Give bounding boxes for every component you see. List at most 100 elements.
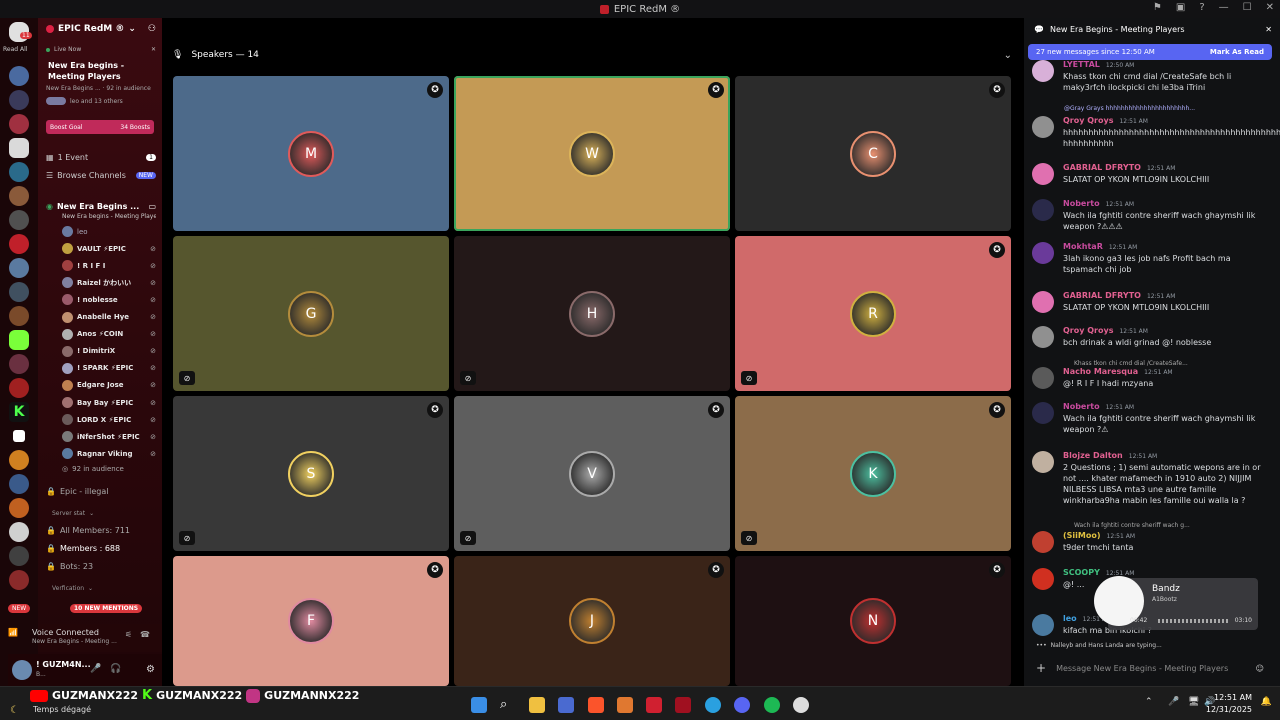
speaker-tile[interactable]: K ✪ ⊘: [735, 396, 1011, 551]
discord-icon[interactable]: [734, 697, 750, 713]
add-member-icon[interactable]: ⚇: [148, 24, 156, 34]
stage-member[interactable]: Anos ⚡COIN ⊘: [62, 328, 156, 340]
mark-as-read-button[interactable]: Mark As Read: [1210, 48, 1264, 56]
track-waveform[interactable]: [1158, 619, 1228, 623]
chat-message[interactable]: Qroy Qroys 12:51 AM bch drinak a wldi grin…: [1032, 326, 1270, 356]
stage-speaker-icon[interactable]: ✪: [427, 82, 443, 98]
avatar[interactable]: [1032, 402, 1054, 424]
search-icon[interactable]: ⌕: [500, 697, 516, 713]
author-name[interactable]: Noberto: [1063, 402, 1100, 411]
avatar[interactable]: [1032, 531, 1054, 553]
speaker-tile[interactable]: S ✪ ⊘: [173, 396, 449, 551]
network-icon[interactable]: 🖥: [1188, 697, 1199, 707]
stage-member[interactable]: ! noblesse ⊘: [62, 294, 156, 306]
author-name[interactable]: Noberto: [1063, 199, 1100, 208]
audience-count[interactable]: ◎ 92 in audience: [62, 465, 156, 473]
server-icon[interactable]: [13, 430, 25, 442]
music-player[interactable]: Bandz A1Bootz 00:42 03:10: [1094, 576, 1258, 630]
author-name[interactable]: GABRIAL DFRYTO: [1063, 163, 1141, 172]
telegram-icon[interactable]: [705, 697, 721, 713]
tray-chevron-icon[interactable]: ⌃: [1145, 697, 1153, 707]
app-icon[interactable]: [646, 697, 662, 713]
mic-tray-icon[interactable]: 🎤: [1168, 697, 1179, 707]
avatar[interactable]: [1032, 568, 1054, 590]
category-verification[interactable]: Verfication ⌄: [52, 585, 156, 592]
weather-text[interactable]: Temps dégagé: [33, 705, 91, 714]
maximize-button[interactable]: ☐: [1243, 2, 1252, 13]
stage-member[interactable]: Ragnar Viking ⊘: [62, 448, 156, 460]
stage-speaker-icon[interactable]: ✪: [989, 82, 1005, 98]
stage-member[interactable]: Raizel かわいい ⊘: [62, 277, 156, 289]
server-icon[interactable]: [9, 450, 29, 470]
stage-speaker-icon[interactable]: ✪: [708, 402, 724, 418]
server-icon[interactable]: [9, 498, 29, 518]
channel-bots[interactable]: 🔒 Bots: 23: [46, 562, 156, 571]
avatar[interactable]: [1032, 242, 1054, 264]
store-icon[interactable]: [558, 697, 574, 713]
speaker-tile[interactable]: G ⊘: [173, 236, 449, 391]
speaker-tile[interactable]: M ✪: [173, 76, 449, 231]
server-icon[interactable]: [9, 258, 29, 278]
stage-channel[interactable]: ◉ New Era Begins ... ▭: [46, 202, 156, 211]
author-name[interactable]: Blojze Dalton: [1063, 451, 1123, 460]
events-item[interactable]: ▦ 1 Event 1: [46, 153, 156, 162]
file-explorer-icon[interactable]: [529, 697, 545, 713]
server-icon[interactable]: [9, 354, 29, 374]
stage-member[interactable]: Anabelle Hye ⊘: [62, 311, 156, 323]
server-icon[interactable]: [9, 378, 29, 398]
stage-member[interactable]: ! R I F I ⊘: [62, 260, 156, 272]
chat-message[interactable]: Blojze Dalton 12:51 AM 2 Questions ; 1) se…: [1032, 451, 1270, 513]
clock-time[interactable]: 12:51 AM: [1214, 693, 1252, 702]
speaker-tile[interactable]: V ✪ ⊘: [454, 396, 730, 551]
speaker-tile[interactable]: W ✪: [454, 76, 730, 231]
server-icon[interactable]: [9, 282, 29, 302]
screen-icon[interactable]: ▣: [1176, 2, 1185, 13]
brave-icon[interactable]: [588, 697, 604, 713]
close-button[interactable]: ✕: [1266, 2, 1274, 13]
stage-member[interactable]: ! DimitriX ⊘: [62, 345, 156, 357]
avatar[interactable]: [1032, 60, 1054, 82]
server-icon[interactable]: [9, 522, 29, 542]
server-icon[interactable]: [9, 66, 29, 86]
speaker-tile[interactable]: J ✪: [454, 556, 730, 686]
chat-message[interactable]: Noberto 12:51 AM Wach ila fghtiti contre s…: [1032, 402, 1270, 436]
channel-members[interactable]: 🔒 Members : 688: [46, 544, 156, 553]
stage-member[interactable]: Edgare Jose ⊘: [62, 379, 156, 391]
avatar[interactable]: [1032, 614, 1054, 636]
settings-gear-icon[interactable]: ⚙: [146, 664, 155, 675]
stage-speaker-icon[interactable]: ✪: [427, 562, 443, 578]
stage-member[interactable]: VAULT ⚡EPIC ⊘: [62, 243, 156, 255]
channel-epic-illegal[interactable]: 🔒 Epic - illegal: [46, 487, 156, 496]
server-icon[interactable]: [9, 330, 29, 350]
avatar[interactable]: [1032, 367, 1054, 389]
server-icon[interactable]: [9, 186, 29, 206]
server-icon[interactable]: [9, 114, 29, 134]
stage-speaker-icon[interactable]: ✪: [427, 402, 443, 418]
server-icon[interactable]: K: [9, 402, 29, 422]
avatar[interactable]: [1032, 326, 1054, 348]
chat-icon[interactable]: ▭: [148, 202, 156, 211]
avatar[interactable]: [1032, 451, 1054, 473]
chat-message[interactable]: Qroy Qroys 12:51 AM hhhhhhhhhhhhhhhhhhhhhh…: [1032, 116, 1280, 150]
server-icon[interactable]: [9, 210, 29, 230]
avatar[interactable]: [1032, 116, 1054, 138]
clock-date[interactable]: 12/31/2025: [1206, 705, 1252, 714]
boost-goal-bar[interactable]: Boost Goal 34 Boosts: [46, 120, 154, 134]
help-icon[interactable]: ?: [1199, 2, 1204, 13]
chat-message[interactable]: Noberto 12:51 AM Wach ila fghtiti contre s…: [1032, 199, 1270, 233]
stage-speaker-icon[interactable]: ✪: [989, 562, 1005, 578]
author-name[interactable]: Qroy Qroys: [1063, 116, 1113, 125]
weather-icon[interactable]: ☾: [10, 705, 19, 716]
stage-speaker-icon[interactable]: ✪: [989, 242, 1005, 258]
close-icon[interactable]: ✕: [1265, 25, 1272, 34]
chat-message[interactable]: (SiiMoo) 12:51 AM t9der tmchi tanta: [1032, 531, 1270, 561]
browse-channels-item[interactable]: ☰ Browse Channels NEW: [46, 171, 156, 180]
inbox-icon[interactable]: ⚑: [1153, 2, 1162, 13]
speaker-tile[interactable]: F ✪: [173, 556, 449, 686]
signal-icon[interactable]: 📶: [8, 628, 18, 637]
notification-icon[interactable]: 🔔: [1261, 697, 1272, 707]
voice-status[interactable]: Voice Connected: [32, 628, 99, 637]
minimize-button[interactable]: —: [1219, 2, 1229, 13]
chat-message[interactable]: LYETTAL 12:50 AM Khass tkon chi cmd dial /…: [1032, 60, 1270, 94]
stage-speaker-icon[interactable]: ✪: [989, 402, 1005, 418]
